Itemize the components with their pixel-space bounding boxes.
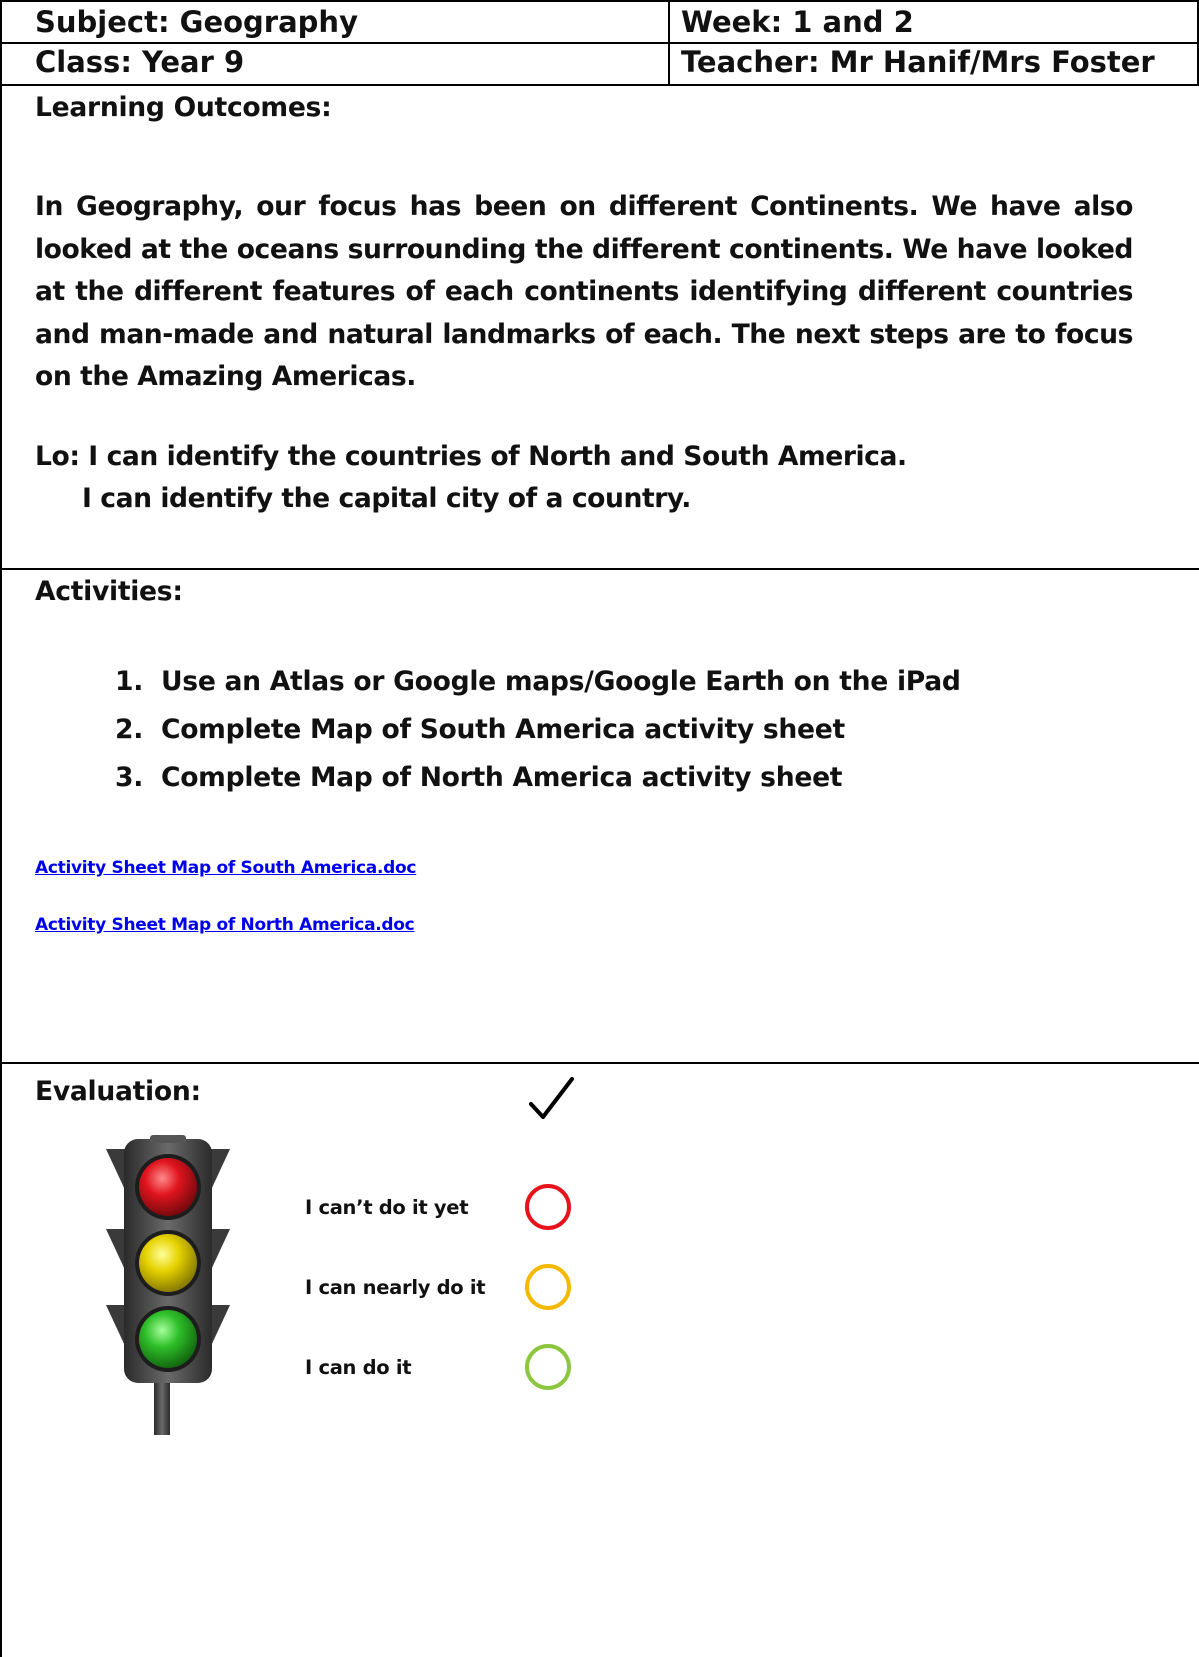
activity-item: 1. Use an Atlas or Google maps/Google Ear… xyxy=(115,658,961,706)
activity-text: Complete Map of South America activity s… xyxy=(161,714,845,745)
learning-objective-2: I can identify the capital city of a cou… xyxy=(82,483,691,514)
activities-section: Activities: 1. Use an Atlas or Google map… xyxy=(0,568,1199,1064)
red-lamp xyxy=(139,1158,197,1216)
subject-text: Subject: Geography xyxy=(35,5,358,39)
activity-item: 3. Complete Map of North America activity… xyxy=(115,754,843,802)
lesson-sheet: Subject: Geography Week: 1 and 2 Class: … xyxy=(0,0,1199,1657)
activity-text: Use an Atlas or Google maps/Google Earth… xyxy=(161,666,961,697)
activity-number: 1. xyxy=(115,666,144,697)
eval-label-nearly: I can nearly do it xyxy=(305,1276,486,1299)
activities-title: Activities: xyxy=(35,576,183,607)
learning-objective-1: Lo: I can identify the countries of Nort… xyxy=(35,441,907,472)
amber-lamp xyxy=(139,1234,197,1292)
learning-outcomes-paragraph: In Geography, our focus has been on diff… xyxy=(35,191,1133,392)
learning-outcomes-section: Learning Outcomes: In Geography, our foc… xyxy=(0,84,1199,570)
class-cell: Class: Year 9 xyxy=(0,42,670,86)
traffic-light-icon xyxy=(106,1135,230,1435)
eval-label-not-yet: I can’t do it yet xyxy=(305,1196,469,1219)
teacher-text: Teacher: Mr Hanif/Mrs Foster xyxy=(681,45,1155,79)
south-america-sheet-link[interactable]: Activity Sheet Map of South America.doc xyxy=(35,858,416,878)
check-mark-icon xyxy=(529,1077,574,1119)
activity-number: 3. xyxy=(115,762,144,793)
week-cell: Week: 1 and 2 xyxy=(668,0,1199,44)
week-text: Week: 1 and 2 xyxy=(681,5,914,39)
activity-number: 2. xyxy=(115,714,144,745)
green-circle[interactable] xyxy=(525,1344,571,1390)
eval-label-can-do: I can do it xyxy=(305,1356,412,1379)
activity-text: Complete Map of North America activity s… xyxy=(161,762,843,793)
evaluation-section: Evaluation: I can’t do it yet I can near… xyxy=(0,1062,1199,1657)
teacher-cell: Teacher: Mr Hanif/Mrs Foster xyxy=(668,42,1199,86)
class-text: Class: Year 9 xyxy=(35,45,245,79)
activity-item: 2. Complete Map of South America activity… xyxy=(115,706,845,754)
north-america-sheet-link[interactable]: Activity Sheet Map of North America.doc xyxy=(35,915,415,935)
amber-circle[interactable] xyxy=(525,1264,571,1310)
evaluation-title: Evaluation: xyxy=(35,1076,201,1107)
learning-outcomes-title: Learning Outcomes: xyxy=(35,92,332,123)
red-circle[interactable] xyxy=(525,1184,571,1230)
subject-cell: Subject: Geography xyxy=(0,0,670,44)
green-lamp xyxy=(139,1310,197,1368)
